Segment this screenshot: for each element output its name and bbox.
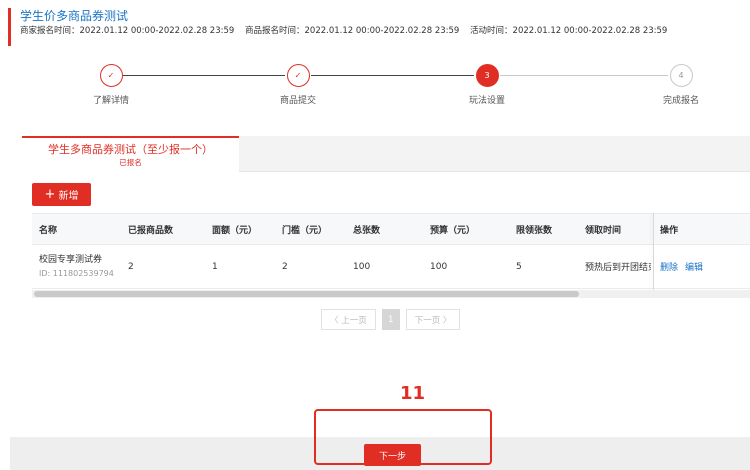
progress-steps: ✓ 了解详情 ✓ 商品提交 3 玩法设置 4 完成报名 bbox=[0, 62, 750, 112]
coupon-name: 校园专享测试券 bbox=[39, 254, 103, 265]
merchant-signup-time: 商家报名时间：2022.01.12 00:00-2022.02.28 23:59 bbox=[20, 26, 235, 36]
fixed-column-divider bbox=[653, 213, 654, 290]
activity-header: 学生价多商品券测试 商家报名时间：2022.01.12 00:00-2022.0… bbox=[8, 8, 675, 46]
tab-title: 学生多商品券测试（至少报一个） bbox=[48, 143, 213, 156]
tab-status: 已报名 bbox=[119, 158, 142, 167]
scrollbar-thumb[interactable] bbox=[34, 291, 579, 297]
step-3: 3 玩法设置 bbox=[442, 62, 532, 106]
delete-link[interactable]: 删除 bbox=[660, 260, 678, 273]
col-receive-time: 领取时间 bbox=[585, 225, 622, 236]
product-signup-time: 商品报名时间：2022.01.12 00:00-2022.02.28 23:59 bbox=[245, 26, 460, 36]
step-label: 了解详情 bbox=[92, 96, 129, 106]
product-count-cell: 2 bbox=[128, 261, 134, 272]
activity-time: 活动时间：2022.01.12 00:00-2022.02.28 23:59 bbox=[470, 26, 668, 36]
activity-times: 商家报名时间：2022.01.12 00:00-2022.02.28 23:59… bbox=[20, 24, 675, 38]
coupon-tabs: 学生多商品券测试（至少报一个） 已报名 bbox=[22, 136, 750, 172]
next-page-button[interactable]: 下一页 〉 bbox=[405, 309, 461, 330]
check-icon: ✓ bbox=[99, 64, 123, 87]
step-number: 3 bbox=[475, 64, 499, 87]
limit-cell: 5 bbox=[516, 261, 522, 272]
table-header: 名称 已报商品数 面额（元） 门槛（元） 总张数 预算（元） 限领张数 领取时间… bbox=[32, 213, 750, 245]
edit-link[interactable]: 编辑 bbox=[685, 260, 703, 273]
page-number[interactable]: 1 bbox=[381, 309, 400, 330]
budget-cell: 100 bbox=[430, 261, 448, 272]
activity-title: 学生价多商品券测试 bbox=[20, 9, 129, 23]
col-limit: 限领张数 bbox=[516, 225, 553, 236]
coupon-id: ID: 111802539794 bbox=[39, 268, 114, 278]
annotation-highlight-box bbox=[314, 409, 492, 465]
col-total: 总张数 bbox=[353, 225, 381, 236]
prev-page-button[interactable]: 〈 上一页 bbox=[321, 309, 376, 330]
step-2: ✓ 商品提交 bbox=[253, 62, 343, 106]
threshold-cell: 2 bbox=[282, 261, 288, 272]
add-button-label: 新增 bbox=[58, 191, 79, 202]
step-label: 商品提交 bbox=[279, 96, 316, 106]
col-product-count: 已报商品数 bbox=[128, 225, 174, 236]
receive-time-cell: 预热后到开团结束 bbox=[585, 263, 651, 273]
col-threshold: 门槛（元） bbox=[282, 225, 328, 236]
coupon-table: 名称 已报商品数 面额（元） 门槛（元） 总张数 预算（元） 限领张数 领取时间… bbox=[32, 213, 750, 290]
table-row: 校园专享测试券 ID: 111802539794 2 1 2 100 100 5… bbox=[32, 245, 750, 289]
step-4: 4 完成报名 bbox=[636, 62, 726, 106]
step-1: ✓ 了解详情 bbox=[66, 62, 156, 106]
horizontal-scrollbar[interactable] bbox=[32, 290, 750, 298]
col-budget: 预算（元） bbox=[430, 225, 476, 236]
step-number: 4 bbox=[669, 64, 693, 87]
step-label: 玩法设置 bbox=[468, 96, 505, 106]
annotation-number: 11 bbox=[400, 383, 426, 404]
actions-cell: 删除 编辑 bbox=[660, 245, 710, 288]
pagination: 〈 上一页 1 下一页 〉 bbox=[321, 309, 461, 330]
total-cell: 100 bbox=[353, 261, 371, 272]
plus-icon: + bbox=[44, 187, 56, 202]
col-actions: 操作 bbox=[660, 225, 679, 236]
col-face-value: 面额（元） bbox=[212, 225, 258, 236]
col-name: 名称 bbox=[39, 225, 58, 236]
tab-coupon[interactable]: 学生多商品券测试（至少报一个） 已报名 bbox=[22, 136, 239, 172]
face-value-cell: 1 bbox=[212, 261, 218, 272]
coupon-name-cell: 校园专享测试券 ID: 111802539794 bbox=[39, 245, 114, 288]
add-button[interactable]: + 新增 bbox=[32, 183, 91, 206]
check-icon: ✓ bbox=[286, 64, 310, 87]
step-label: 完成报名 bbox=[662, 96, 699, 106]
